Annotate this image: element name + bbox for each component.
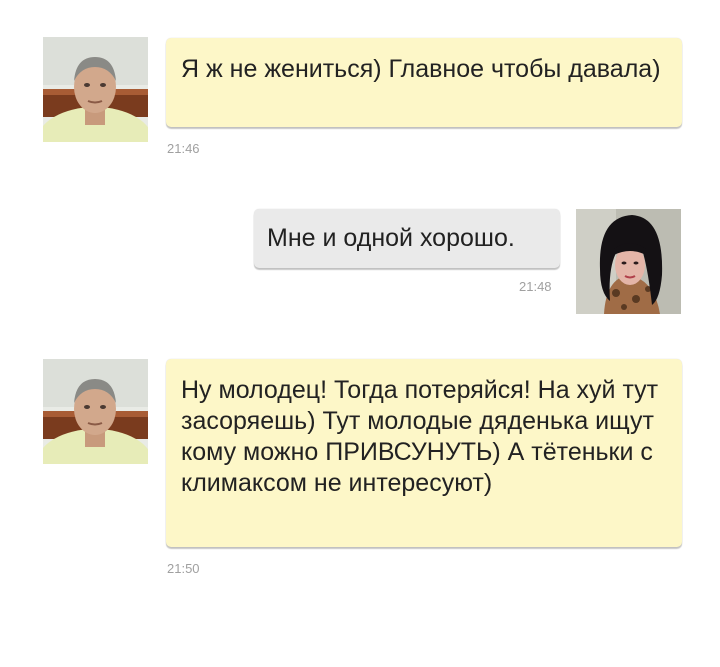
female-avatar-icon [576, 209, 681, 314]
message-text: Ну молодец! Тогда потеряйся! На хуй тут … [181, 376, 659, 497]
incoming-message-bubble[interactable]: Я ж не жениться) Главное чтобы давала) [166, 38, 682, 127]
male-avatar-icon [43, 37, 148, 142]
sender-avatar[interactable] [43, 37, 148, 142]
message-text: Мне и одной хорошо. [267, 224, 515, 252]
message-timestamp: 21:50 [167, 561, 200, 576]
incoming-message-bubble[interactable]: Ну молодец! Тогда потеряйся! На хуй тут … [166, 359, 682, 547]
sender-avatar[interactable] [43, 359, 148, 464]
message-timestamp: 21:48 [519, 279, 552, 294]
own-avatar[interactable] [576, 209, 681, 314]
message-text: Я ж не жениться) Главное чтобы давала) [181, 55, 661, 83]
message-timestamp: 21:46 [167, 141, 200, 156]
outgoing-message-bubble[interactable]: Мне и одной хорошо. [254, 209, 560, 268]
male-avatar-icon [43, 359, 148, 464]
